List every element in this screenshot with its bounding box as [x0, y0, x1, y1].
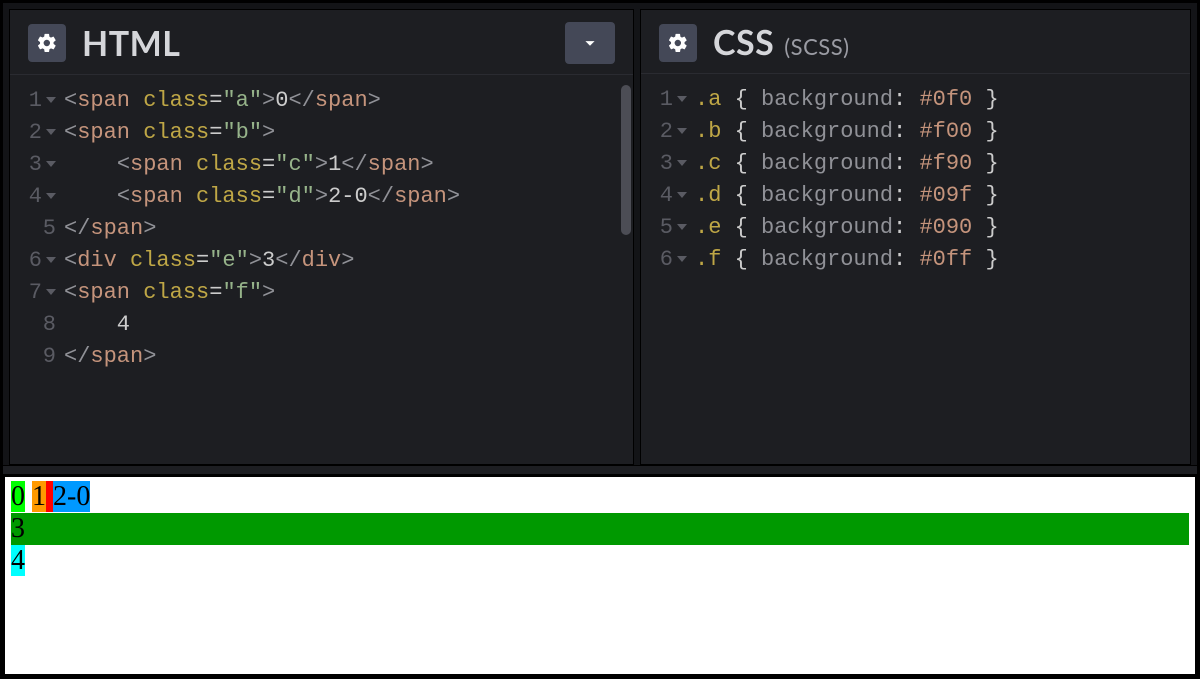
line-number: 4 — [10, 181, 64, 213]
code-line[interactable]: 5.e { background: #090 } — [641, 212, 1182, 244]
html-panel-title: HTML — [82, 23, 180, 64]
html-code-editor[interactable]: 1<span class="a">0</span>2<span class="b… — [10, 75, 633, 464]
code-line[interactable]: 2<span class="b"> — [10, 117, 625, 149]
fold-caret-icon[interactable] — [46, 193, 56, 199]
line-content[interactable]: <span class="d">2-0</span> — [64, 181, 625, 213]
line-number: 8 — [10, 309, 64, 341]
code-line[interactable]: 4 <span class="d">2-0</span> — [10, 181, 625, 213]
line-number: 7 — [10, 277, 64, 309]
fold-caret-icon[interactable] — [46, 161, 56, 167]
css-editor-panel: CSS (SCSS) 1.a { background: #0f0 }2.b {… — [640, 9, 1191, 465]
line-number: 5 — [641, 212, 695, 244]
line-content[interactable]: 4 — [64, 309, 625, 341]
fold-caret-icon[interactable] — [677, 160, 687, 166]
code-line[interactable]: 4.d { background: #09f } — [641, 180, 1182, 212]
gear-icon[interactable] — [659, 24, 697, 62]
line-content[interactable]: </span> — [64, 213, 625, 245]
output-div-e: 3 — [11, 513, 1189, 545]
line-content[interactable]: <span class="a">0</span> — [64, 85, 625, 117]
line-number: 3 — [10, 149, 64, 181]
scrollbar-thumb[interactable] — [621, 85, 631, 235]
line-number: 5 — [10, 213, 64, 245]
html-panel-header: HTML — [10, 10, 633, 75]
line-number: 3 — [641, 148, 695, 180]
output-span-f: 4 — [11, 545, 25, 576]
line-content[interactable]: .a { background: #0f0 } — [695, 84, 1182, 116]
line-number: 6 — [10, 245, 64, 277]
output-span-c: 1 — [32, 481, 46, 512]
html-editor-panel: HTML 1<span class="a">0</span>2<span cla… — [9, 9, 634, 465]
code-line[interactable]: 6.f { background: #0ff } — [641, 244, 1182, 276]
fold-caret-icon[interactable] — [677, 256, 687, 262]
fold-caret-icon[interactable] — [46, 129, 56, 135]
output-span-b: 1 2-0 — [32, 481, 90, 512]
css-panel-header: CSS (SCSS) — [641, 10, 1190, 74]
code-line[interactable]: 3.c { background: #f90 } — [641, 148, 1182, 180]
fold-caret-icon[interactable] — [677, 224, 687, 230]
code-line[interactable]: 3 <span class="c">1</span> — [10, 149, 625, 181]
line-number: 2 — [641, 116, 695, 148]
code-line[interactable]: 2.b { background: #f00 } — [641, 116, 1182, 148]
code-line[interactable]: 9</span> — [10, 341, 625, 373]
code-line[interactable]: 5</span> — [10, 213, 625, 245]
fold-caret-icon[interactable] — [677, 96, 687, 102]
fold-caret-icon[interactable] — [46, 289, 56, 295]
fold-caret-icon[interactable] — [46, 257, 56, 263]
vertical-resizer[interactable] — [3, 465, 1197, 475]
code-line[interactable]: 6<div class="e">3</div> — [10, 245, 625, 277]
code-line[interactable]: 1<span class="a">0</span> — [10, 85, 625, 117]
line-number: 9 — [10, 341, 64, 373]
css-code-editor[interactable]: 1.a { background: #0f0 }2.b { background… — [641, 74, 1190, 464]
css-title-text: CSS — [713, 22, 774, 63]
code-line[interactable]: 1.a { background: #0f0 } — [641, 84, 1182, 116]
line-content[interactable]: .c { background: #f90 } — [695, 148, 1182, 180]
fold-caret-icon[interactable] — [677, 128, 687, 134]
output-span-d: 2-0 — [53, 481, 90, 512]
fold-caret-icon[interactable] — [46, 97, 56, 103]
line-number: 1 — [10, 85, 64, 117]
fold-caret-icon[interactable] — [677, 192, 687, 198]
line-number: 6 — [641, 244, 695, 276]
line-content[interactable]: .d { background: #09f } — [695, 180, 1182, 212]
line-content[interactable]: <div class="e">3</div> — [64, 245, 625, 277]
css-panel-title: CSS (SCSS) — [713, 22, 850, 63]
css-subtitle: (SCSS) — [784, 33, 849, 60]
line-content[interactable]: <span class="c">1</span> — [64, 149, 625, 181]
line-content[interactable]: <span class="f"> — [64, 277, 625, 309]
line-content[interactable]: <span class="b"> — [64, 117, 625, 149]
line-content[interactable]: </span> — [64, 341, 625, 373]
output-span-a: 0 — [11, 481, 25, 512]
line-number: 1 — [641, 84, 695, 116]
line-content[interactable]: .e { background: #090 } — [695, 212, 1182, 244]
line-number: 4 — [641, 180, 695, 212]
chevron-down-icon[interactable] — [565, 22, 615, 64]
line-content[interactable]: .f { background: #0ff } — [695, 244, 1182, 276]
output-preview: 0 1 2-0 3 4 — [3, 475, 1197, 676]
line-number: 2 — [10, 117, 64, 149]
code-line[interactable]: 8 4 — [10, 309, 625, 341]
code-line[interactable]: 7<span class="f"> — [10, 277, 625, 309]
gear-icon[interactable] — [28, 24, 66, 62]
line-content[interactable]: .b { background: #f00 } — [695, 116, 1182, 148]
